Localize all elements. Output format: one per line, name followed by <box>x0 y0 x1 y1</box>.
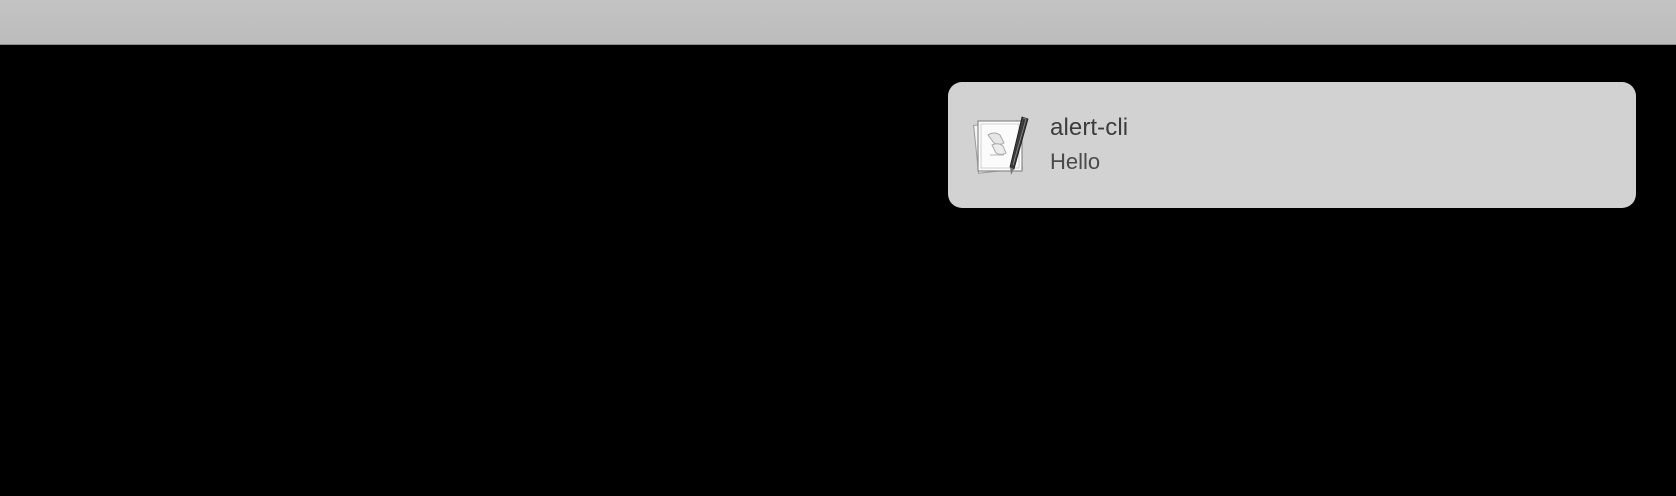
notification-banner[interactable]: alert-cli Hello <box>948 82 1636 208</box>
notification-title: alert-cli <box>1050 113 1129 141</box>
menu-bar <box>0 0 1676 45</box>
desktop-screen: alert-cli Hello <box>0 0 1676 496</box>
script-editor-icon <box>973 116 1029 175</box>
notification-text: alert-cli Hello <box>1050 113 1128 176</box>
notification-message: Hello <box>1050 148 1101 174</box>
